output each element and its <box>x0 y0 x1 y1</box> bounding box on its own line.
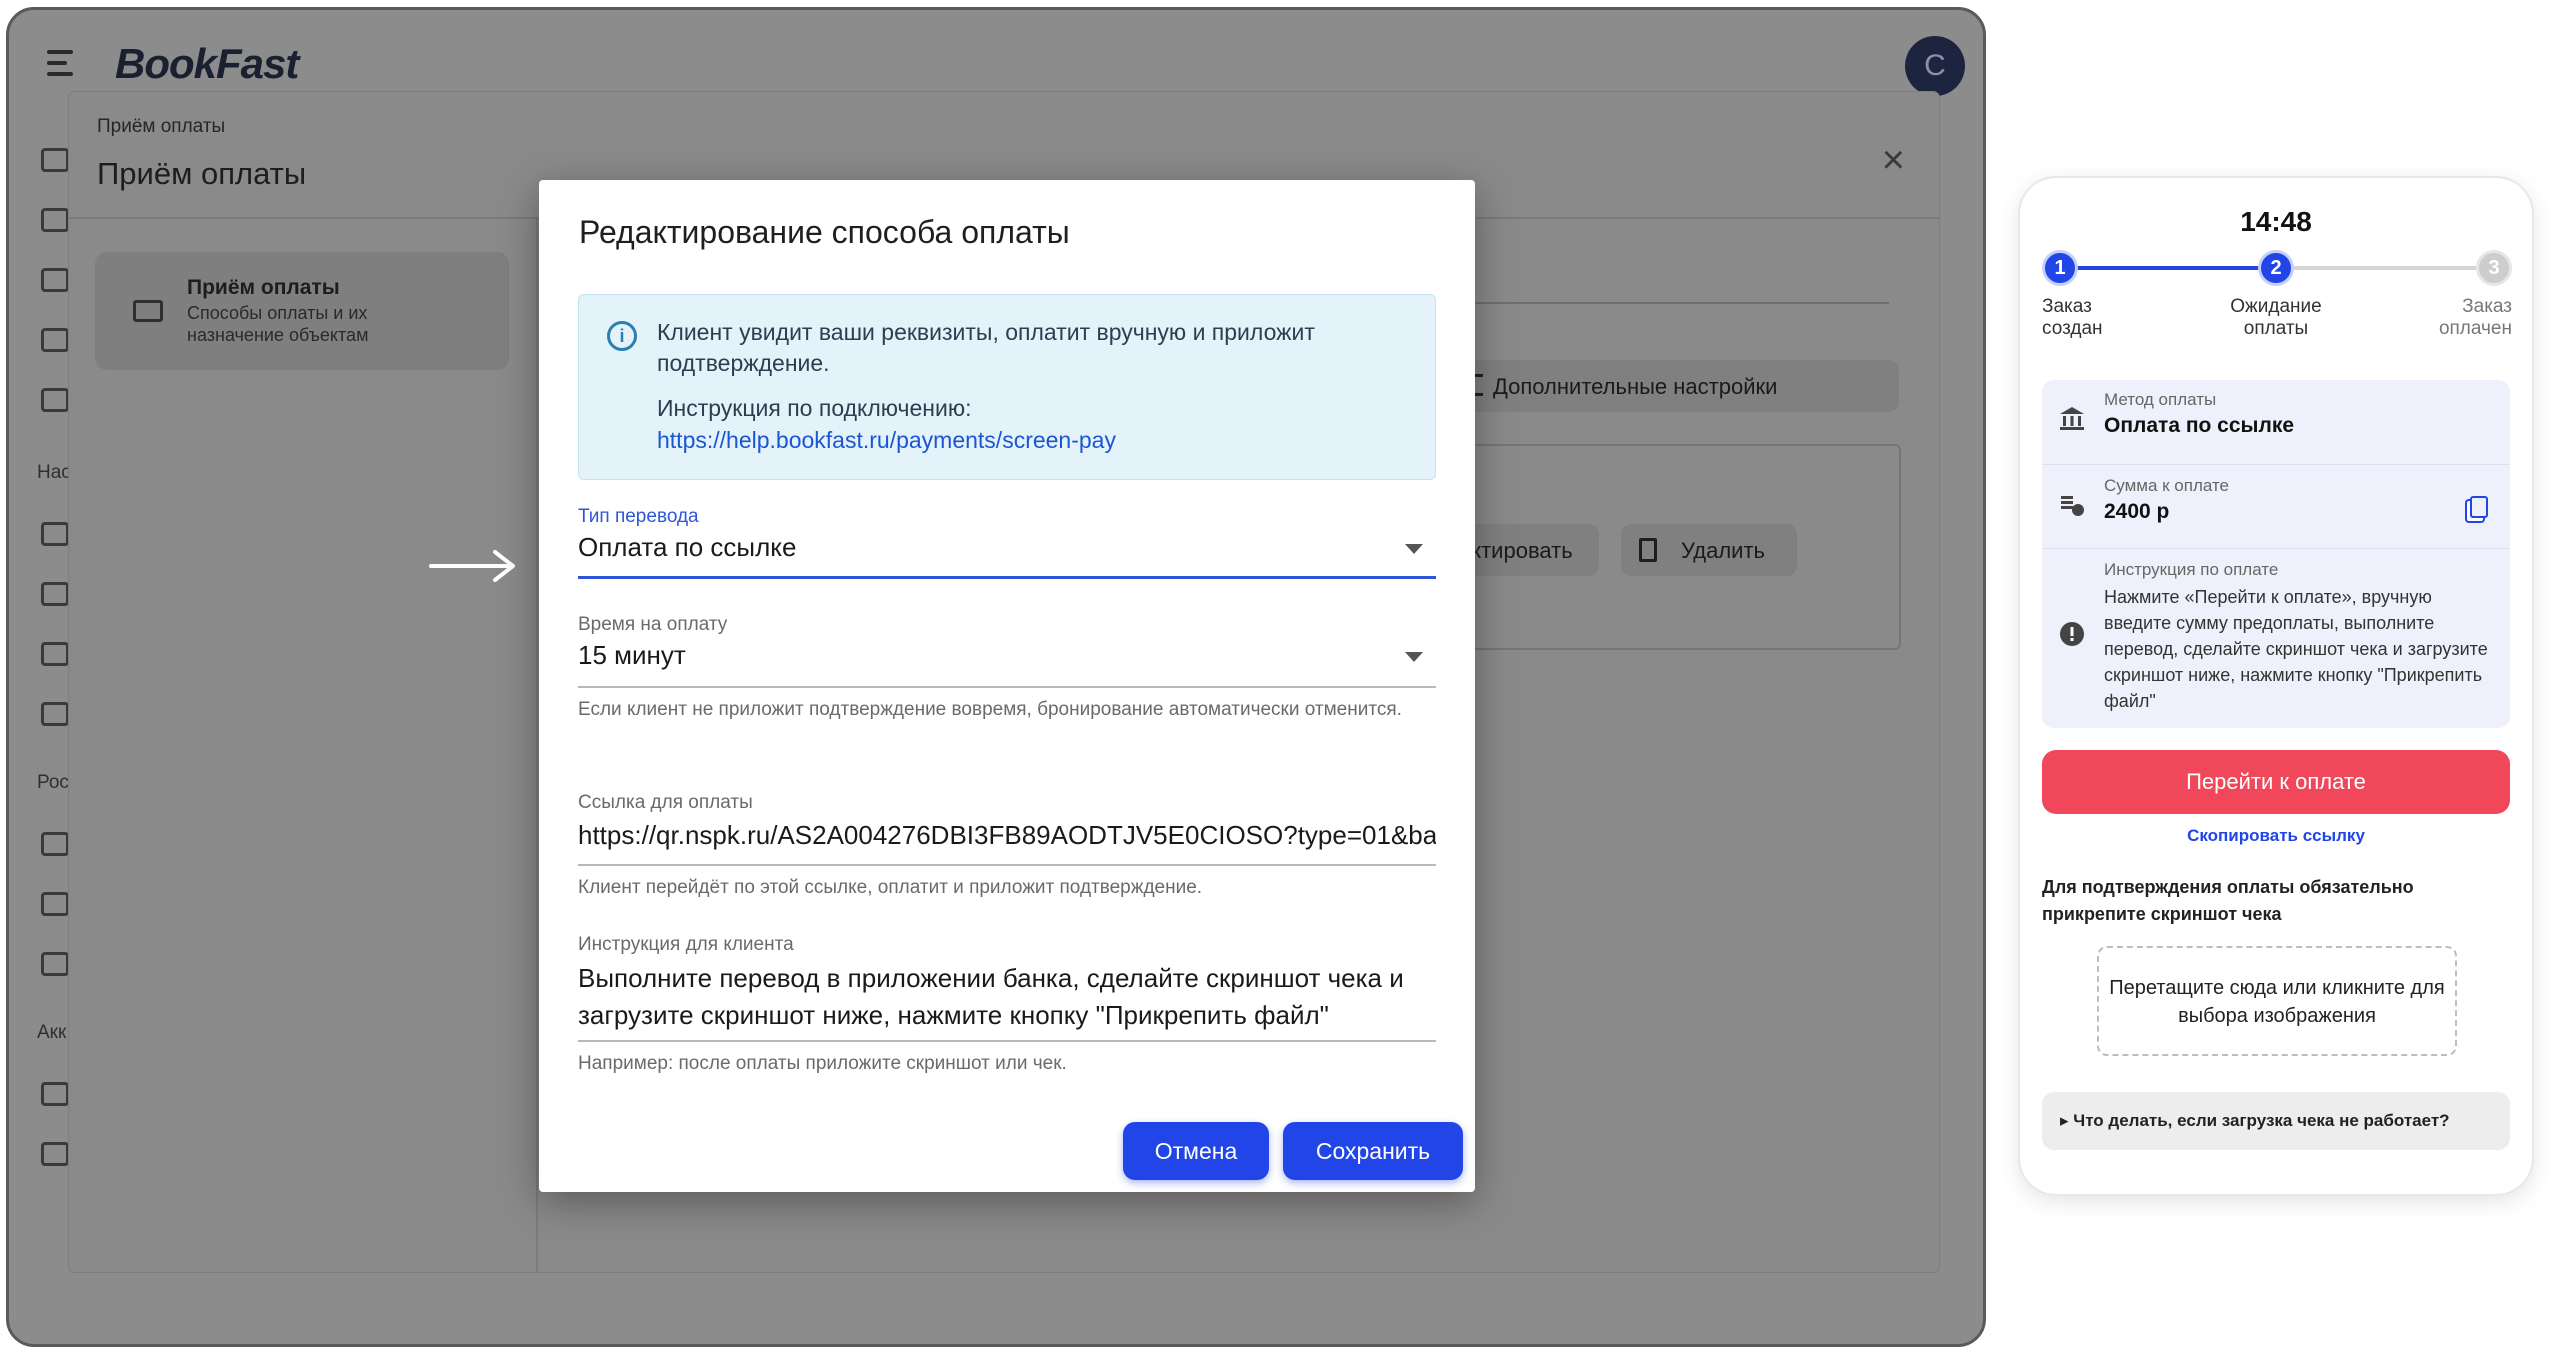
sidebar-icon[interactable] <box>41 832 69 856</box>
arrow-right-icon <box>429 550 515 582</box>
sidebar-icon[interactable] <box>41 1082 69 1106</box>
trash-icon <box>1639 538 1657 562</box>
sidebar-icon[interactable] <box>41 388 69 412</box>
breadcrumb[interactable]: Приём оплаты <box>97 116 225 138</box>
step-label: Заказ оплачен <box>2438 296 2512 339</box>
step-indicator: 2 <box>2258 250 2294 286</box>
sidebar-icon[interactable] <box>41 148 69 172</box>
app-logo: BookFast <box>115 40 299 87</box>
client-instruction-label: Инструкция для клиента <box>578 934 794 955</box>
info-alert: i Клиент увидит ваши реквизиты, оплатит … <box>578 294 1436 480</box>
amount-value: 2400 р <box>2104 500 2170 523</box>
sidebar-icon[interactable] <box>41 702 69 726</box>
client-instruction-help: Например: после оплаты приложите скриншо… <box>578 1053 1067 1074</box>
sidebar-section-label: Рос <box>37 772 69 793</box>
divider <box>1469 302 1889 304</box>
mobile-payment-preview: 14:48 1 2 3 Заказ создан Ожидание оплаты… <box>2020 178 2532 1194</box>
faq-expander[interactable]: ▸ Что делать, если загрузка чека не рабо… <box>2042 1092 2510 1150</box>
payment-details-card: Метод оплаты Оплата по ссылке Сумма к оп… <box>2042 380 2510 728</box>
progress-line <box>2060 266 2276 270</box>
divider <box>536 219 538 1272</box>
sidebar-section-label: Акк <box>37 1022 67 1043</box>
sidebar-icon[interactable] <box>41 522 69 546</box>
nav-item-subtitle: Способы оплаты и их назначение объектам <box>187 303 369 345</box>
save-button[interactable]: Сохранить <box>1283 1122 1463 1180</box>
field-underline <box>578 864 1436 866</box>
sidebar-icon[interactable] <box>41 642 69 666</box>
payment-time-label: Время на оплату <box>578 614 728 635</box>
sidebar-icon[interactable] <box>41 1142 69 1166</box>
sidebar-icon[interactable] <box>41 208 69 232</box>
file-drop-zone[interactable]: Перетащите сюда или кликните для выбора … <box>2097 946 2457 1056</box>
payment-icon <box>133 300 163 322</box>
instruction-label: Инструкция по оплате <box>2104 560 2279 579</box>
sidebar-section-label: Нас <box>37 462 71 483</box>
delete-label: Удалить <box>1681 538 1765 563</box>
close-icon[interactable]: × <box>1882 140 1905 180</box>
client-instruction-textarea[interactable]: Выполните перевод в приложении банка, сд… <box>578 960 1436 1034</box>
alert-icon <box>2060 622 2084 646</box>
field-underline <box>578 1040 1436 1042</box>
step-indicator: 1 <box>2042 250 2078 286</box>
method-label: Метод оплаты <box>2104 390 2217 409</box>
app-window: BookFast C Нас Рос Акк Приём оплаты Приё… <box>6 7 1986 1347</box>
sidebar-icon[interactable] <box>41 268 69 292</box>
nav-item-title: Приём оплаты <box>187 276 340 299</box>
field-underline <box>578 576 1436 579</box>
info-icon: i <box>607 321 637 351</box>
transfer-type-select[interactable]: Оплата по ссылке <box>578 532 1378 563</box>
step-label: Заказ создан <box>2042 296 2103 339</box>
dropdown-caret-icon[interactable] <box>1405 652 1423 662</box>
dialog-title: Редактирование способа оплаты <box>579 214 1070 250</box>
info-text: Клиент увидит ваши реквизиты, оплатит вр… <box>657 319 1315 376</box>
cancel-button[interactable]: Отмена <box>1123 1122 1269 1180</box>
go-to-payment-button[interactable]: Перейти к оплате <box>2042 750 2510 814</box>
info-instruction-label: Инструкция по подключению: <box>657 395 972 421</box>
coins-icon <box>2061 496 2084 516</box>
step-label: Ожидание оплаты <box>2230 296 2322 339</box>
page-title: Приём оплаты <box>97 156 307 191</box>
payment-link-label: Ссылка для оплаты <box>578 792 753 813</box>
avatar[interactable]: C <box>1905 36 1965 96</box>
sidebar-rail: Нас Рос Акк <box>9 120 71 1220</box>
method-value: Оплата по ссылке <box>2104 414 2295 437</box>
payment-time-select[interactable]: 15 минут <box>578 640 1378 671</box>
copy-link[interactable]: Скопировать ссылку <box>2020 826 2532 846</box>
sidebar-icon[interactable] <box>41 582 69 606</box>
more-settings-button[interactable]: Дополнительные настройки <box>1449 360 1899 412</box>
more-settings-label: Дополнительные настройки <box>1493 374 1778 399</box>
dropdown-caret-icon[interactable] <box>1405 544 1423 554</box>
payment-time-help: Если клиент не приложит подтверждение во… <box>578 699 1402 720</box>
progress-line <box>2276 266 2494 270</box>
edit-payment-method-dialog: Редактирование способа оплаты i Клиент у… <box>539 180 1475 1192</box>
sidebar-icon[interactable] <box>41 952 69 976</box>
field-underline <box>578 686 1436 688</box>
nav-item-payment-acceptance[interactable]: Приём оплаты Способы оплаты и их назначе… <box>95 252 509 370</box>
sidebar-icon[interactable] <box>41 328 69 352</box>
delete-button[interactable]: Удалить <box>1621 524 1797 576</box>
bank-icon <box>2060 407 2084 430</box>
step-indicator: 3 <box>2476 250 2512 286</box>
amount-label: Сумма к оплате <box>2104 476 2230 495</box>
payment-link-input[interactable]: https://qr.nspk.ru/AS2A004276DBI3FB89AOD… <box>578 820 1436 851</box>
help-link[interactable]: https://help.bookfast.ru/payments/screen… <box>657 427 1116 454</box>
copy-icon[interactable] <box>2470 496 2488 518</box>
transfer-type-label: Тип перевода <box>578 506 699 527</box>
timer: 14:48 <box>2240 206 2312 237</box>
confirmation-note: Для подтверждения оплаты обязательно при… <box>2042 877 2414 924</box>
menu-icon[interactable] <box>47 50 81 80</box>
edit-label: актировать <box>1459 538 1573 563</box>
payment-link-help: Клиент перейдёт по этой ссылке, оплатит … <box>578 877 1203 898</box>
instruction-text: Нажмите «Перейти к оплате», вручную введ… <box>2104 587 2488 711</box>
sidebar-icon[interactable] <box>41 892 69 916</box>
